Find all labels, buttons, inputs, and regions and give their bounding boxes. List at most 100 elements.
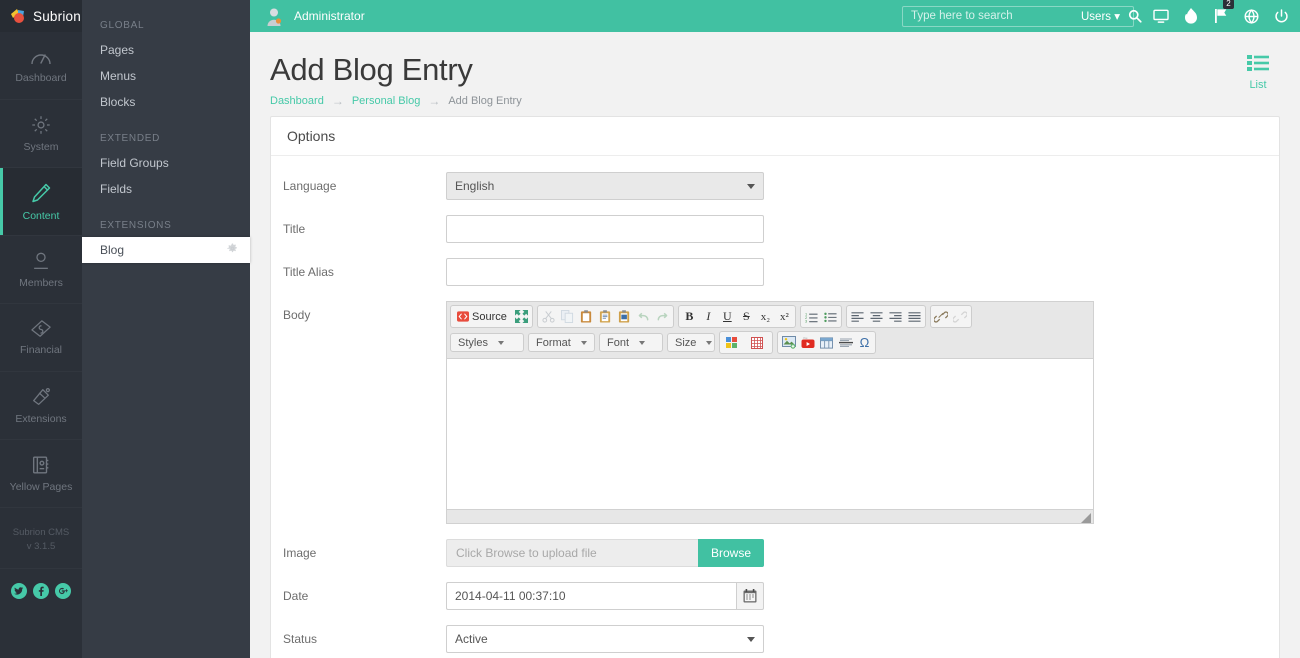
rail-item-label: Financial (19, 344, 63, 356)
styles-select[interactable]: Styles (450, 333, 524, 352)
search-icon[interactable] (1128, 9, 1142, 23)
toolbar-group-basic-styles: B I U S x₂ x² (677, 305, 796, 328)
size-select[interactable]: Size (667, 333, 715, 352)
power-icon[interactable] (1266, 0, 1296, 32)
align-right-icon[interactable] (886, 307, 905, 326)
undo-button[interactable] (634, 307, 653, 326)
rail-item-extensions[interactable]: Extensions (0, 372, 82, 440)
image-icon[interactable] (779, 333, 798, 352)
admin-user-block[interactable]: Administrator (250, 6, 365, 26)
brand-logo[interactable]: Subrion (0, 0, 82, 32)
breadcrumb-separator: → (331, 94, 344, 108)
unordered-list-icon[interactable] (821, 307, 840, 326)
subnav-item-fields[interactable]: Fields (82, 176, 250, 202)
copy-button[interactable] (558, 307, 577, 326)
table-icon[interactable] (817, 333, 836, 352)
main-area: Administrator Users ▾ (250, 0, 1300, 658)
date-input[interactable] (446, 582, 736, 610)
sub-navigation: GLOBAL Pages Menus Blocks EXTENDED Field… (82, 0, 250, 658)
toolbar-group-links (929, 305, 972, 328)
globe-icon[interactable] (1236, 0, 1266, 32)
title-alias-input[interactable] (446, 258, 764, 286)
toolbar-group-clipboard (536, 305, 674, 328)
rail-item-system[interactable]: System (0, 100, 82, 168)
version-number: v 3.1.5 (26, 541, 56, 552)
align-left-icon[interactable] (848, 307, 867, 326)
cut-button[interactable] (539, 307, 558, 326)
align-justify-icon[interactable] (905, 307, 924, 326)
subnav-item-blocks[interactable]: Blocks (82, 89, 250, 115)
subscript-button[interactable]: x₂ (756, 307, 775, 326)
svg-text:You: You (803, 337, 808, 340)
italic-button[interactable]: I (699, 307, 718, 326)
rail-item-financial[interactable]: Financial (0, 304, 82, 372)
format-select[interactable]: Format (528, 333, 595, 352)
twitter-icon[interactable] (11, 583, 27, 599)
search-input[interactable] (903, 10, 1073, 22)
flag-icon[interactable]: 2 (1206, 0, 1236, 32)
avatar (264, 6, 284, 26)
align-center-icon[interactable] (867, 307, 886, 326)
format-select-label: Format (536, 336, 571, 349)
rail-item-yellow-pages[interactable]: Yellow Pages (0, 440, 82, 508)
social-links (0, 569, 82, 613)
title-input[interactable] (446, 215, 764, 243)
rail-item-content[interactable]: Content (0, 168, 82, 236)
subnav-heading-extensions: EXTENSIONS (100, 220, 172, 231)
resize-grip-icon[interactable] (1081, 512, 1091, 523)
font-select[interactable]: Font (599, 333, 663, 352)
text-color-button[interactable] (721, 333, 746, 352)
paste-button[interactable] (577, 307, 596, 326)
subnav-item-blog[interactable]: Blog (82, 237, 250, 263)
field-row-title-alias: Title Alias (271, 258, 1279, 301)
panel-title: Options (271, 117, 1279, 156)
options-panel: Options Language English Title Title Ali… (270, 116, 1280, 658)
editor-toolbar: Source B I U S x₂ x² 1 2 3 Styles Format… (447, 302, 1093, 359)
link-icon[interactable] (932, 307, 951, 326)
facebook-icon[interactable] (33, 583, 49, 599)
unlink-icon[interactable] (951, 307, 970, 326)
rail-item-label: Extensions (15, 413, 67, 425)
strikethrough-button[interactable]: S (737, 307, 756, 326)
omega-icon[interactable]: Ω (855, 333, 874, 352)
breadcrumb-current: Add Blog Entry (448, 95, 522, 107)
brand-name: Subrion (33, 8, 81, 24)
source-button[interactable]: Source (452, 307, 512, 326)
rail-item-label: Dashboard (15, 72, 67, 84)
breadcrumb-personal-blog[interactable]: Personal Blog (352, 95, 421, 107)
subnav-item-pages[interactable]: Pages (82, 37, 250, 63)
rail-item-dashboard[interactable]: Dashboard (0, 32, 82, 100)
paste-text-button[interactable] (596, 307, 615, 326)
subnav-item-label: Field Groups (100, 156, 169, 170)
list-action-button[interactable]: List (1236, 54, 1280, 91)
breadcrumb-dashboard[interactable]: Dashboard (270, 95, 324, 107)
status-select[interactable]: Active (446, 625, 764, 653)
google-plus-icon[interactable] (55, 583, 71, 599)
flame-icon[interactable] (1176, 0, 1206, 32)
youtube-icon[interactable]: You (798, 333, 817, 352)
rail-item-label: Yellow Pages (9, 481, 73, 493)
editor-text-area[interactable] (447, 359, 1093, 509)
monitor-icon[interactable] (1146, 0, 1176, 32)
gauge-icon (29, 47, 53, 67)
label-status: Status (283, 632, 318, 646)
bold-button[interactable]: B (680, 307, 699, 326)
horizontal-rule-icon[interactable] (836, 333, 855, 352)
subnav-item-field-groups[interactable]: Field Groups (82, 150, 250, 176)
maximize-button[interactable] (512, 307, 531, 326)
browse-button[interactable]: Browse (697, 539, 764, 567)
calendar-icon[interactable] (736, 582, 764, 610)
ordered-list-icon[interactable]: 123 (802, 307, 821, 326)
superscript-button[interactable]: x² (775, 307, 794, 326)
gear-icon[interactable] (227, 243, 238, 257)
search-scope-dropdown[interactable]: Users ▾ (1073, 9, 1128, 23)
list-icon (1247, 55, 1269, 75)
underline-button[interactable]: U (718, 307, 737, 326)
subnav-item-menus[interactable]: Menus (82, 63, 250, 89)
paste-word-button[interactable] (615, 307, 634, 326)
redo-button[interactable] (653, 307, 672, 326)
language-select[interactable]: English (446, 172, 764, 200)
rail-item-members[interactable]: Members (0, 236, 82, 304)
background-color-button[interactable] (746, 333, 771, 352)
date-picker (446, 582, 764, 610)
